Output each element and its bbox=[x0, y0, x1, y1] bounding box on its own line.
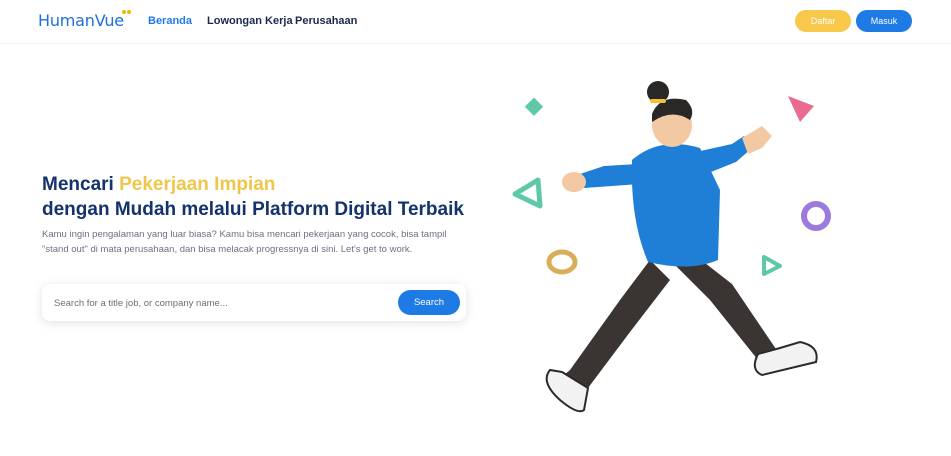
brand-logo[interactable]: HumanVue bbox=[38, 10, 132, 31]
small-teal-triangle-shape bbox=[762, 255, 782, 276]
pink-triangle-shape bbox=[788, 96, 814, 122]
navbar: HumanVue Beranda Lowongan Kerja Perusaha… bbox=[0, 0, 951, 44]
teal-diamond-shape bbox=[524, 97, 544, 116]
headline-line-1: Mencari Pekerjaan Impian bbox=[42, 172, 482, 197]
purple-ring-shape bbox=[801, 201, 831, 231]
search-bar: Search bbox=[42, 284, 466, 321]
hero-illustration bbox=[512, 81, 831, 413]
nav-link-perusahaan[interactable]: Perusahaan bbox=[295, 15, 357, 27]
headline-prefix: Mencari bbox=[42, 174, 120, 195]
nav-link-lowongan-kerja[interactable]: Lowongan Kerja bbox=[207, 15, 293, 27]
headline-accent: Pekerjaan Impian bbox=[119, 174, 276, 195]
hero-subtitle: Kamu ingin pengalaman yang luar biasa? K… bbox=[42, 229, 447, 255]
search-input[interactable] bbox=[54, 293, 384, 313]
login-button[interactable]: Masuk bbox=[856, 10, 912, 32]
nav-link-beranda[interactable]: Beranda bbox=[148, 15, 192, 27]
running-person bbox=[545, 81, 818, 413]
register-button[interactable]: Daftar bbox=[795, 10, 851, 32]
teal-triangle-outline-shape bbox=[512, 177, 543, 209]
brand-name: HumanVue bbox=[38, 11, 124, 30]
search-button[interactable]: Search bbox=[398, 290, 460, 315]
headline-line-2: dengan Mudah melalui Platform Digital Te… bbox=[42, 199, 464, 220]
hero-headline: Mencari Pekerjaan Impian dengan Mudah me… bbox=[42, 172, 482, 222]
logo-dots-icon bbox=[121, 10, 132, 16]
gold-ring-shape bbox=[546, 249, 578, 275]
